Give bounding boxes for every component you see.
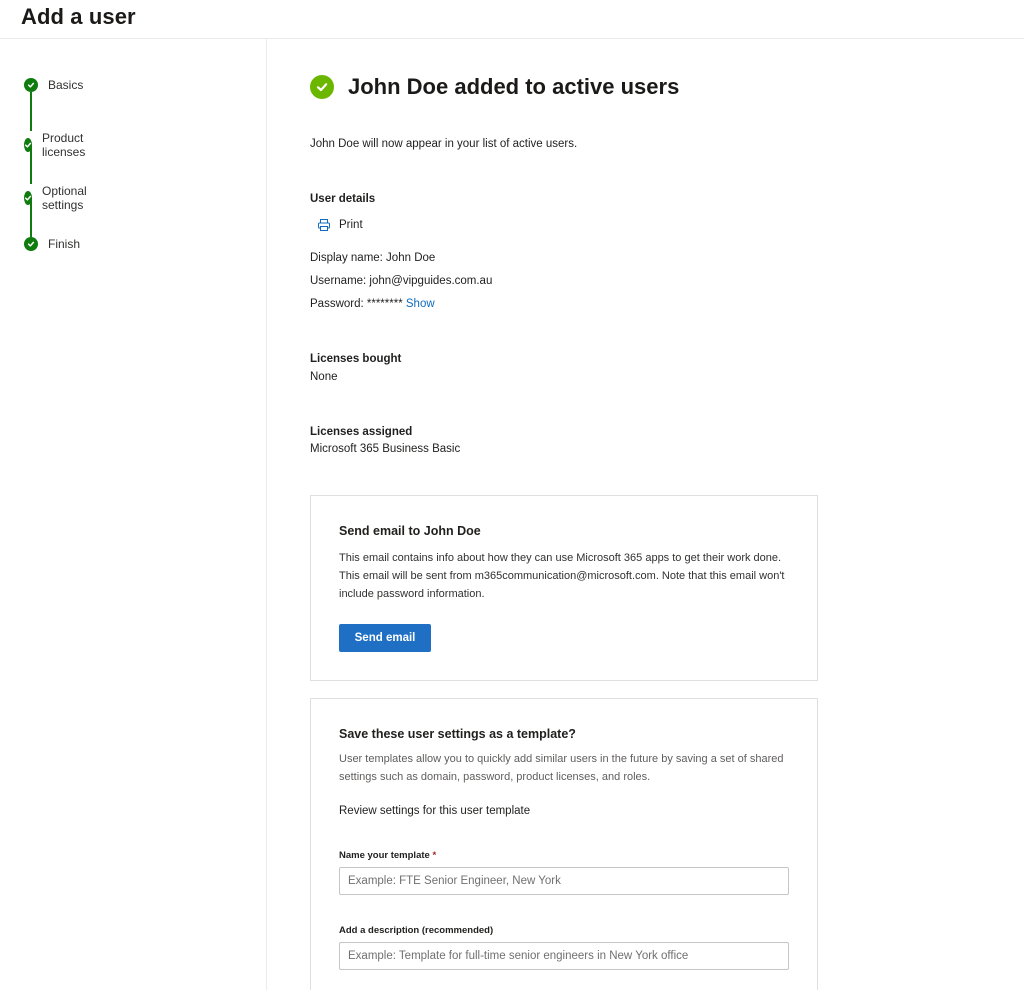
sidebar-divider bbox=[266, 39, 267, 990]
page-title: Add a user bbox=[21, 4, 136, 29]
success-title: John Doe added to active users bbox=[348, 74, 680, 99]
step-label: Optional settings bbox=[42, 184, 87, 212]
step-label: Finish bbox=[48, 237, 81, 251]
save-template-title: Save these user settings as a template? bbox=[339, 727, 576, 741]
licenses-bought-heading: Licenses bought bbox=[310, 353, 402, 365]
step-basics[interactable]: Basics bbox=[24, 78, 83, 92]
step-connector bbox=[30, 92, 32, 131]
review-settings-link[interactable]: Review settings for this user template bbox=[339, 805, 530, 817]
template-description-input[interactable] bbox=[339, 942, 789, 970]
send-email-button[interactable]: Send email bbox=[339, 624, 431, 652]
step-finish[interactable]: Finish bbox=[24, 237, 80, 251]
checkmark-circle-icon bbox=[24, 78, 38, 92]
username: Username: john@vipguides.com.au bbox=[310, 275, 493, 287]
checkmark-circle-icon bbox=[310, 75, 334, 99]
print-label: Print bbox=[339, 219, 363, 231]
success-header: John Doe added to active users bbox=[310, 74, 679, 100]
checkmark-circle-icon bbox=[24, 237, 38, 251]
header-divider bbox=[0, 38, 1024, 39]
step-label: Basics bbox=[48, 78, 84, 92]
licenses-assigned-heading: Licenses assigned bbox=[310, 426, 413, 438]
password-value: Password: ******** bbox=[310, 298, 403, 310]
print-button[interactable]: Print bbox=[317, 218, 363, 232]
save-template-description: User templates allow you to quickly add … bbox=[339, 753, 784, 783]
checkmark-circle-icon bbox=[24, 191, 32, 205]
printer-icon bbox=[318, 219, 330, 231]
password-row: Password: ******** Show bbox=[310, 298, 435, 310]
save-template-card: Save these user settings as a template? … bbox=[310, 698, 818, 990]
send-email-title: Send email to John Doe bbox=[339, 524, 481, 538]
display-name: Display name: John Doe bbox=[310, 252, 436, 264]
licenses-bought-value: None bbox=[310, 371, 338, 383]
user-details-heading: User details bbox=[310, 193, 376, 205]
send-email-card: Send email to John Doe This email contai… bbox=[310, 495, 818, 681]
template-name-input[interactable] bbox=[339, 867, 789, 895]
licenses-assigned-value: Microsoft 365 Business Basic bbox=[310, 443, 461, 455]
template-name-label: Name your template * bbox=[339, 850, 437, 861]
step-label: Product licenses bbox=[42, 131, 86, 159]
success-subtitle: John Doe will now appear in your list of… bbox=[310, 138, 578, 150]
step-optional-settings[interactable]: Optional settings bbox=[24, 184, 93, 212]
step-product-licenses[interactable]: Product licenses bbox=[24, 131, 91, 159]
template-description-label: Add a description (recommended) bbox=[339, 925, 494, 936]
send-email-description: This email contains info about how they … bbox=[339, 552, 785, 600]
show-password-link[interactable]: Show bbox=[406, 298, 435, 310]
checkmark-circle-icon bbox=[24, 138, 32, 152]
required-marker: * bbox=[432, 850, 437, 861]
